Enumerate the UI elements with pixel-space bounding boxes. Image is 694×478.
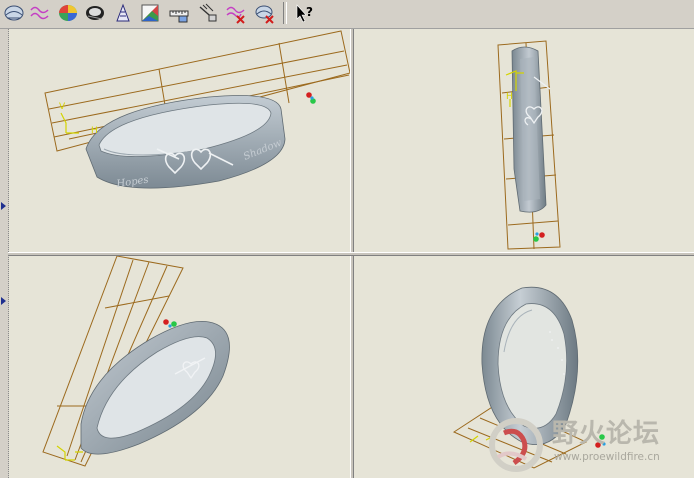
- toolbar-separator: [283, 2, 287, 24]
- delete-analysis-icon[interactable]: [224, 1, 248, 25]
- label-h: H: [91, 126, 98, 136]
- curvature-analysis-icon[interactable]: [138, 1, 162, 25]
- clear-analysis-icon[interactable]: [253, 1, 277, 25]
- watermark-url: www.proewildfire.cn: [554, 451, 660, 463]
- color-appearance-icon[interactable]: [56, 1, 80, 25]
- viewport-top-right[interactable]: H: [354, 29, 694, 252]
- triad-green-icon: [171, 321, 177, 327]
- svg-text:?: ?: [306, 5, 313, 19]
- expand-arrow-icon[interactable]: [1, 297, 6, 305]
- watermark: 野火论坛 www.proewildfire.cn: [478, 409, 694, 478]
- shade-icon[interactable]: [2, 1, 26, 25]
- curve-icon[interactable]: [28, 1, 52, 25]
- label-v: V: [59, 102, 66, 112]
- viewport-bottom-left[interactable]: [9, 256, 350, 478]
- context-help-icon[interactable]: ?: [292, 1, 316, 25]
- ring-model-isometric: Hopes Shadow V H: [44, 30, 350, 190]
- label-h: H: [506, 92, 513, 102]
- model-shade-icon[interactable]: [83, 1, 107, 25]
- triad-green-icon: [533, 236, 539, 242]
- ring-model-angled: [42, 256, 230, 467]
- toolbar: ?: [0, 0, 694, 29]
- ring-model-side: H: [497, 40, 561, 250]
- triad-red-icon: [163, 319, 169, 325]
- watermark-brand: 野火论坛: [552, 419, 661, 449]
- measure-icon[interactable]: [167, 1, 191, 25]
- csys-marker: [60, 112, 79, 134]
- expand-arrow-icon[interactable]: [1, 202, 6, 210]
- viewport-top-left[interactable]: Hopes Shadow V H: [9, 29, 350, 252]
- draft-check-icon[interactable]: [111, 1, 135, 25]
- dimension-analysis-icon[interactable]: [196, 1, 220, 25]
- watermark-logo-icon: [489, 418, 543, 472]
- triad-red-icon: [539, 232, 545, 238]
